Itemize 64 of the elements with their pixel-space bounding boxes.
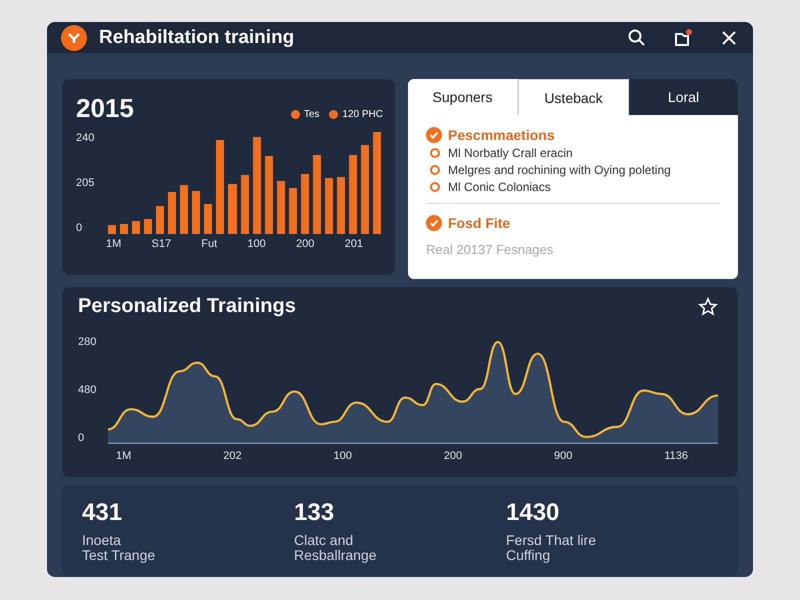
check-circle-icon — [426, 215, 442, 231]
axis-label: 240 — [76, 132, 96, 144]
list-item: Ml Norbatly Crall eracin — [448, 146, 574, 160]
stat-label: Inoeta Test Trange — [82, 533, 156, 562]
bullet-icon — [430, 148, 440, 158]
axis-label: 280 — [78, 336, 98, 348]
axis-label: 1M — [116, 450, 132, 462]
tab[interactable]: Usteback — [518, 79, 629, 115]
chart-bar — [288, 188, 297, 234]
search-icon[interactable] — [627, 28, 647, 48]
panel-title: Personalized Trainings — [78, 295, 296, 318]
chart-bar — [228, 184, 237, 234]
legend-dot-icon — [290, 110, 300, 119]
tab[interactable]: Loral — [629, 79, 738, 115]
section-title: Fosd Fite — [448, 215, 510, 231]
chart-bar — [108, 224, 116, 234]
chart-bar — [300, 174, 309, 234]
chart-bar — [336, 176, 345, 234]
axis-label: 480 — [78, 384, 98, 396]
window-title: Rehabiltation training — [99, 26, 296, 48]
chart-bar — [132, 220, 140, 234]
axis-label: 205 — [76, 177, 96, 189]
axis-label: 201 — [344, 238, 363, 250]
stat-value: 1430 — [506, 499, 560, 527]
chart-bar — [204, 204, 212, 234]
axis-label: 1M — [106, 238, 122, 250]
legend-label: Tes — [304, 109, 320, 120]
axis-label: 100 — [333, 450, 352, 462]
axis-label: 200 — [296, 238, 314, 250]
axis-label: 1136 — [664, 450, 688, 462]
legend-label: 120 PHC — [342, 109, 383, 120]
axis-label: 900 — [554, 450, 572, 462]
axis-label: S17 — [152, 238, 172, 250]
axis-label: 100 — [247, 238, 266, 250]
footer-text: Real 20137 Fesnages — [426, 242, 554, 257]
chart-bar — [324, 178, 333, 234]
star-icon[interactable] — [698, 296, 718, 316]
chart-bar — [168, 192, 176, 234]
legend-dot-icon — [329, 110, 338, 119]
chart-bar — [276, 181, 285, 234]
logo-icon — [61, 24, 87, 50]
bullet-icon — [430, 182, 440, 192]
chart-bar — [156, 206, 164, 234]
chart-bar — [180, 185, 188, 234]
list-item: Melgres and rochining with Oying poleting — [448, 163, 672, 177]
axis-label: 0 — [78, 432, 86, 444]
stat-label: Clatc and Resballrange — [294, 533, 378, 562]
list-item: Ml Conic Coloniacs — [448, 180, 552, 194]
chart-bar — [240, 175, 249, 234]
chart-bar — [144, 219, 152, 234]
chart-bar — [120, 224, 128, 234]
tab[interactable]: Suponers — [408, 79, 518, 115]
axis-label: 200 — [444, 450, 462, 462]
axis-label: Fut — [201, 238, 218, 250]
axis-label: 202 — [223, 450, 242, 462]
stat-value: 133 — [294, 499, 336, 527]
stat-value: 431 — [82, 499, 124, 527]
year-heading: 2015 — [76, 93, 134, 124]
bullet-icon — [430, 165, 440, 175]
stat-label: Fersd That lire Cuffing — [506, 533, 597, 562]
section-title: Pescmmaetions — [448, 127, 555, 143]
check-circle-icon — [426, 127, 442, 143]
chart-bar — [192, 191, 200, 234]
axis-label: 0 — [76, 222, 84, 234]
